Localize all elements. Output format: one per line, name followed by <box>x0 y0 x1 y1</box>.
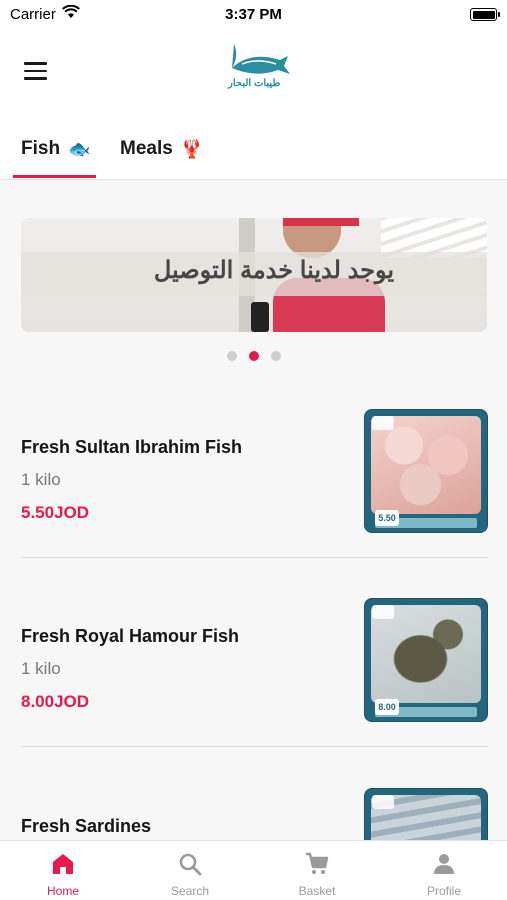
product-price: 8.00JOD <box>21 692 90 711</box>
product-price: 5.50JOD <box>21 503 90 522</box>
active-tab-indicator <box>13 175 96 178</box>
search-icon <box>179 853 202 876</box>
nav-home-label: Home <box>46 884 79 898</box>
app-logo: طيبات البحار <box>224 42 292 98</box>
nav-basket[interactable]: Basket <box>254 841 380 900</box>
tab-meals-label: Meals <box>120 138 173 159</box>
tab-meals[interactable]: Meals 🦞 <box>112 118 203 180</box>
nav-home[interactable]: Home <box>0 841 126 900</box>
nav-search[interactable]: Search <box>127 841 253 900</box>
product-name: Fresh Sultan Ibrahim Fish <box>21 437 243 457</box>
carousel-dot-active[interactable] <box>248 351 259 361</box>
product-image[interactable] <box>364 788 488 840</box>
battery-icon <box>470 8 500 21</box>
hamburger-menu-icon[interactable] <box>24 62 47 80</box>
nav-profile[interactable]: Profile <box>381 841 507 900</box>
cart-icon <box>306 852 329 874</box>
product-item[interactable]: Fresh Sultan Ibrahim Fish 1 kilo 5.50JOD… <box>0 409 507 597</box>
product-image[interactable]: 8.00 <box>364 598 488 722</box>
bottom-nav: Home Search Basket Profile <box>0 840 507 900</box>
divider <box>21 746 488 747</box>
carousel-dot[interactable] <box>226 351 237 361</box>
product-image[interactable]: 5.50 <box>364 409 488 533</box>
tab-fish-label: Fish <box>21 138 61 159</box>
price-tag: 5.50 <box>375 510 399 526</box>
logo-text: طيبات البحار <box>228 78 281 89</box>
divider <box>21 557 488 558</box>
carousel-dots <box>0 351 507 361</box>
product-item[interactable]: Fresh Royal Hamour Fish 1 kilo 8.00JOD 8… <box>0 598 507 786</box>
product-name: Fresh Royal Hamour Fish <box>21 626 240 646</box>
product-quantity: 1 kilo <box>21 659 61 678</box>
product-item[interactable]: Fresh Sardines <box>0 788 507 840</box>
banner-caption: يوجد لدينا خدمة التوصيل <box>153 257 395 284</box>
nav-profile-label: Profile <box>426 884 461 898</box>
category-tabs: Fish 🐟 Meals 🦞 <box>0 118 507 180</box>
status-bar: Carrier 3:37 PM <box>0 0 507 30</box>
lobster-emoji-icon: 🦞 <box>180 138 204 159</box>
product-name: Fresh Sardines <box>21 816 152 836</box>
product-quantity: 1 kilo <box>21 470 61 489</box>
app-header: طيبات البحار <box>0 30 507 118</box>
carousel-dot[interactable] <box>270 351 281 361</box>
fish-logo-icon <box>232 44 290 74</box>
brand-badge-icon <box>372 795 394 809</box>
nav-basket-label: Basket <box>298 884 336 898</box>
tab-fish[interactable]: Fish 🐟 <box>13 118 96 180</box>
price-tag: 8.00 <box>375 699 399 715</box>
status-time: 3:37 PM <box>225 6 282 23</box>
fish-emoji-icon: 🐟 <box>68 138 91 159</box>
promo-banner[interactable]: يوجد لدينا خدمة التوصيل <box>21 218 487 332</box>
brand-badge-icon <box>372 605 394 619</box>
home-icon <box>53 854 73 874</box>
nav-search-label: Search <box>170 884 210 898</box>
brand-badge-icon <box>372 416 394 430</box>
profile-icon <box>434 854 454 874</box>
